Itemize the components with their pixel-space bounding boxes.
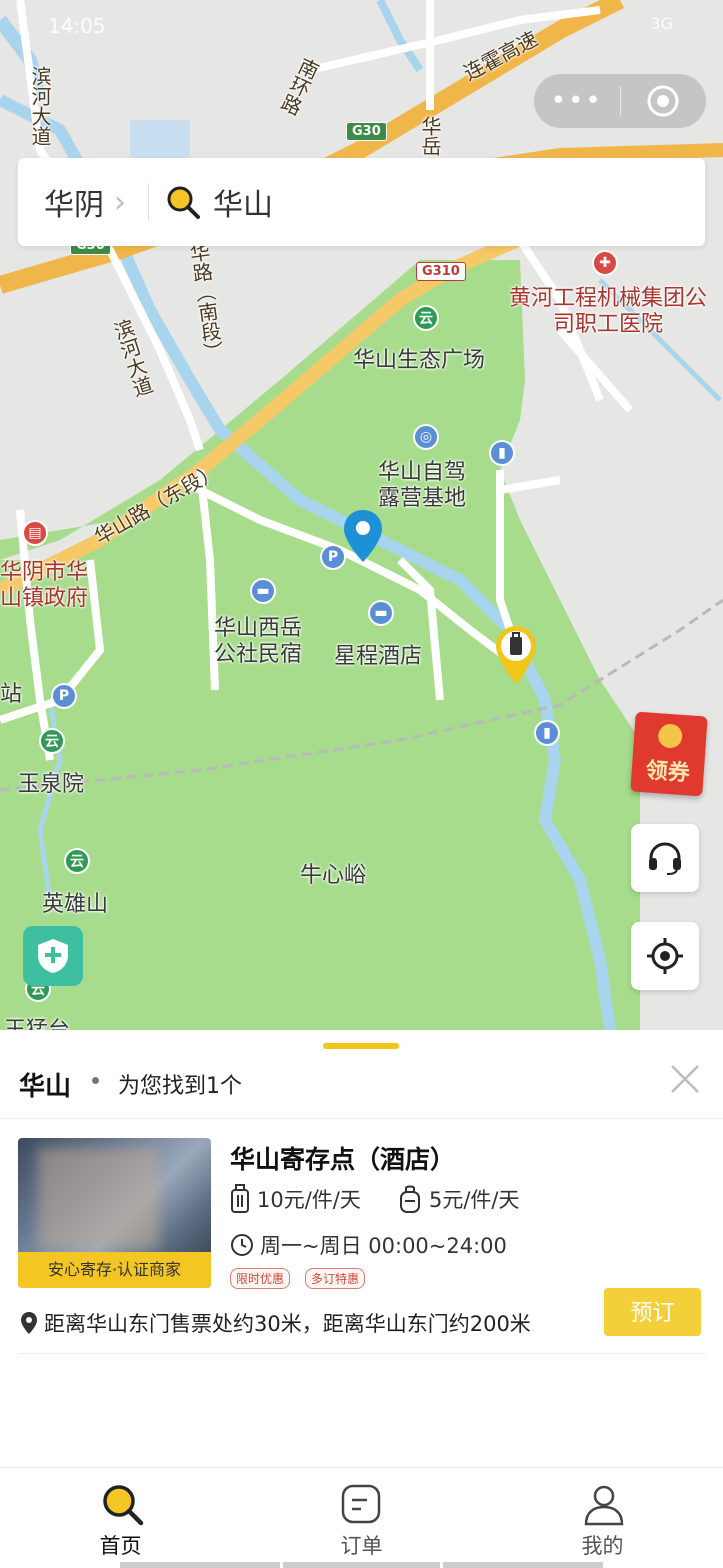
- drag-handle[interactable]: [323, 1043, 399, 1049]
- price-small-text: 5元/件/天: [429, 1188, 520, 1212]
- city-selector[interactable]: 华阴: [44, 180, 104, 224]
- shield-plus-icon: [38, 939, 68, 973]
- price-large-text: 10元/件/天: [257, 1188, 361, 1212]
- store-name[interactable]: 华山寄存点（酒店）: [230, 1140, 455, 1176]
- card-divider: [18, 1353, 706, 1354]
- hotel-icon-xingcheng: ▬: [368, 600, 394, 626]
- tab-profile[interactable]: 我的: [482, 1468, 723, 1568]
- chevron-right-icon[interactable]: ›: [114, 185, 126, 220]
- map-label-gov: 华阴市华山镇政府: [0, 560, 89, 611]
- price-large: 10元/件/天: [230, 1184, 361, 1214]
- hospital-icon: ✚: [592, 250, 618, 276]
- status-signal: 3G: [650, 14, 673, 33]
- square-icon: 云: [413, 305, 439, 331]
- user-icon: [584, 1485, 624, 1526]
- title-dot: [92, 1077, 99, 1084]
- tab-home-label: 首页: [99, 1534, 142, 1558]
- miniprogram-capsule: •••: [534, 74, 706, 128]
- more-dots-icon[interactable]: •••: [534, 86, 621, 116]
- map-label-xiyue: 华山西岳公社民宿: [214, 616, 303, 667]
- coupon-button[interactable]: 领券: [630, 711, 708, 797]
- camp-icon: ◎: [413, 424, 439, 450]
- map-label-binhe-top: 滨河大道: [28, 66, 52, 146]
- gov-icon: ▤: [22, 520, 48, 546]
- location-pin-icon: [21, 1312, 37, 1334]
- order-icon: [341, 1484, 381, 1524]
- stop-icon: ▮: [489, 440, 515, 466]
- panel-divider: [0, 1118, 723, 1119]
- price-small: 5元/件/天: [398, 1184, 520, 1214]
- search-bar: 华阴 › 华山: [18, 158, 705, 246]
- parking-icon-2: P: [51, 683, 77, 709]
- backpack-icon: [400, 1185, 420, 1213]
- search-input[interactable]: 华山: [213, 180, 273, 224]
- promo-tag-limited: 限时优惠: [230, 1268, 291, 1289]
- map-label-xingcheng: 星程酒店: [334, 644, 423, 669]
- map-label-yuquan: 玉泉院: [18, 772, 85, 797]
- bottom-tab-bar: 首页 订单 我的: [0, 1467, 723, 1568]
- tab-home[interactable]: 首页: [0, 1468, 241, 1568]
- clock-icon: [231, 1234, 253, 1256]
- map-view[interactable]: 14:05 3G 连霍高速 南环路 华岳 G30 G30 G310 滨河大道 滨…: [0, 0, 723, 1030]
- map-label-square: 华山生态广场: [353, 348, 486, 373]
- hours-text: 周一~周日 00:00~24:00: [260, 1234, 507, 1258]
- locate-button[interactable]: [631, 922, 699, 990]
- status-bar: 14:05 3G: [0, 0, 723, 48]
- map-label-niuxin: 牛心峪: [300, 863, 367, 888]
- address-text: 距离华山东门售票处约30米，距离华山东门约200米: [44, 1312, 531, 1336]
- home-indicator-mid: [283, 1562, 440, 1568]
- home-indicator-left: [120, 1562, 280, 1568]
- book-button[interactable]: 预订: [604, 1288, 701, 1336]
- map-label-hua: 华岳: [418, 116, 442, 156]
- search-icon: [103, 1485, 144, 1526]
- g30-shield-top: G30: [346, 122, 387, 141]
- promo-tag-multi: 多订特惠: [305, 1268, 366, 1289]
- business-hours: 周一~周日 00:00~24:00: [230, 1230, 507, 1260]
- record-circle-icon[interactable]: [621, 84, 707, 118]
- yuquan-icon: 云: [39, 728, 65, 754]
- tab-orders-label: 订单: [340, 1534, 383, 1558]
- map-label-hospital: 黄河工程机械集团公司职工医院: [508, 286, 707, 337]
- locate-icon: [647, 938, 683, 974]
- storage-point-marker-icon[interactable]: [494, 624, 538, 686]
- safety-button[interactable]: [23, 926, 83, 986]
- close-icon[interactable]: [668, 1062, 702, 1096]
- luggage-icon: [231, 1184, 249, 1213]
- certified-badge: 安心寄存·认证商家: [18, 1252, 211, 1288]
- coin-icon: [657, 723, 684, 749]
- result-panel: 华山 为您找到1个 安心寄存·认证商家 华山寄存点（酒店） 10元/件/天 5元…: [0, 1030, 723, 1467]
- coupon-label: 领券: [644, 758, 691, 787]
- map-label-camp: 华山自驾露营基地: [378, 460, 467, 511]
- tab-profile-label: 我的: [581, 1534, 624, 1558]
- headset-icon: [649, 842, 681, 875]
- map-label-yingxiong: 英雄山: [42, 892, 109, 917]
- store-address: 距离华山东门售票处约30米，距离华山东门约200米: [20, 1308, 531, 1338]
- g310-shield: G310: [416, 262, 466, 281]
- result-count: 为您找到1个: [118, 1074, 242, 1099]
- map-label-station: 站: [0, 682, 23, 707]
- home-indicator-right: [443, 1562, 603, 1568]
- result-title: 华山: [19, 1072, 72, 1102]
- customer-service-button[interactable]: [631, 824, 699, 892]
- search-icon: [167, 186, 200, 219]
- photo-blur: [38, 1148, 158, 1248]
- selected-location-pin-icon[interactable]: [342, 508, 384, 564]
- tab-orders[interactable]: 订单: [241, 1468, 482, 1568]
- map-label-wangyou: 王猛台: [4, 1012, 70, 1030]
- status-time: 14:05: [48, 14, 106, 38]
- store-photo[interactable]: 安心寄存·认证商家: [18, 1138, 211, 1288]
- bus-stop-icon: ▮: [534, 720, 560, 746]
- yingxiong-icon: 云: [64, 848, 90, 874]
- hotel-icon-xiyue: ▬: [250, 578, 276, 604]
- search-divider: [148, 183, 149, 221]
